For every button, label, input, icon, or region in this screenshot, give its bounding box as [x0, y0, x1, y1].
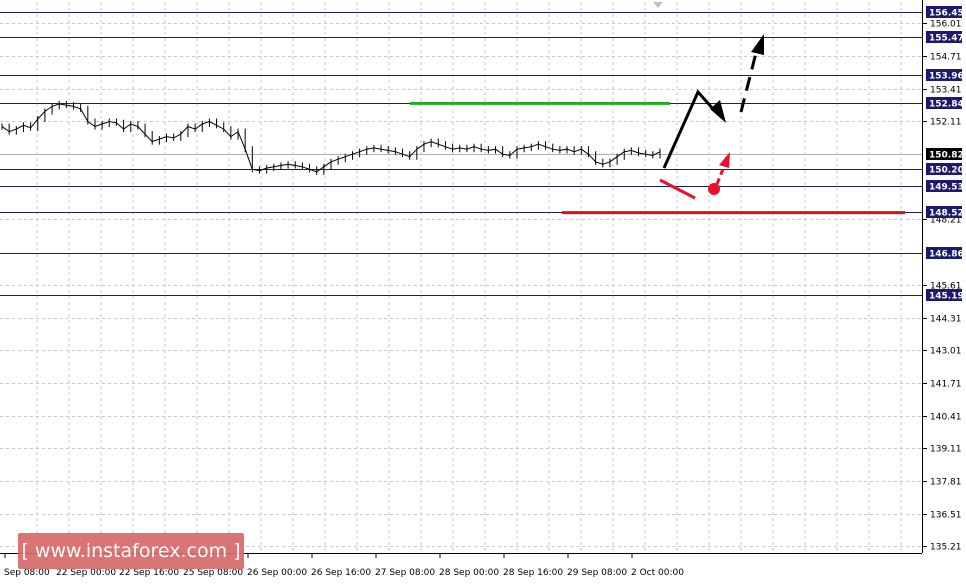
price-chart: 156.01154.71153.41152.11148.21145.61144.…	[0, 0, 964, 578]
time-axis: Sep 08:00 22 Sep 00:00 22 Sep 16:00 25 Sep …	[0, 2, 922, 578]
level-label: 152.84	[929, 100, 964, 110]
price-tick-label: 139.11	[930, 445, 962, 455]
price-tick-label: 136.51	[930, 511, 962, 521]
level-label: 156.45	[929, 9, 964, 19]
price-tick-label: 137.81	[930, 478, 962, 488]
price-tick-label: 141.71	[930, 380, 962, 390]
time-tick-label: 28 Sep 00:00	[439, 568, 499, 578]
level-label: 148.52	[929, 209, 964, 219]
time-tick-label: 29 Sep 08:00	[567, 568, 627, 578]
time-tick-label: Sep 08:00	[4, 568, 50, 578]
level-label: 149.53	[929, 183, 964, 193]
time-tick-label: 22 Sep 16:00	[119, 568, 179, 578]
level-label: 155.47	[929, 34, 964, 44]
price-tick-label: 140.41	[930, 413, 962, 423]
price-tick-label: 152.11	[930, 118, 962, 128]
time-tick-label: 26 Sep 00:00	[247, 568, 307, 578]
price-tick-label: 144.31	[930, 315, 962, 325]
level-label: 146.86	[929, 250, 964, 260]
time-tick-label: 27 Sep 08:00	[375, 568, 435, 578]
price-axis: 156.01154.71153.41152.11148.21145.61144.…	[922, 0, 964, 553]
level-label: 153.96	[929, 72, 964, 82]
price-tick-label: 143.01	[930, 347, 962, 357]
price-tick-label: 156.01	[930, 20, 962, 30]
forecast-annotations	[410, 34, 905, 215]
price-line	[1, 103, 661, 173]
price-tick-label: 154.71	[930, 53, 962, 63]
time-tick-label: 22 Sep 00:00	[56, 568, 116, 578]
time-tick-label: 2 Oct 00:00	[631, 568, 684, 578]
forecast-arrow-dashed	[739, 44, 760, 113]
time-tick-label: 26 Sep 16:00	[311, 568, 371, 578]
entry-point-marker	[708, 183, 720, 195]
price-tick-label: 135.21	[930, 543, 962, 553]
level-label: 150.20	[929, 166, 964, 176]
level-label: 145.19	[929, 292, 964, 302]
support-resistance-levels	[0, 12, 922, 296]
time-tick-label: 28 Sep 16:00	[503, 568, 563, 578]
chart-grid	[0, 2, 922, 553]
scroll-marker	[653, 2, 663, 8]
watermark-badge: [ www.instaforex.com ]	[18, 533, 244, 569]
forecast-arrow-red	[715, 163, 727, 185]
price-tick-label: 153.41	[930, 86, 962, 96]
time-tick-label: 25 Sep 08:00	[183, 568, 243, 578]
current-price-label: 150.82	[929, 151, 964, 161]
